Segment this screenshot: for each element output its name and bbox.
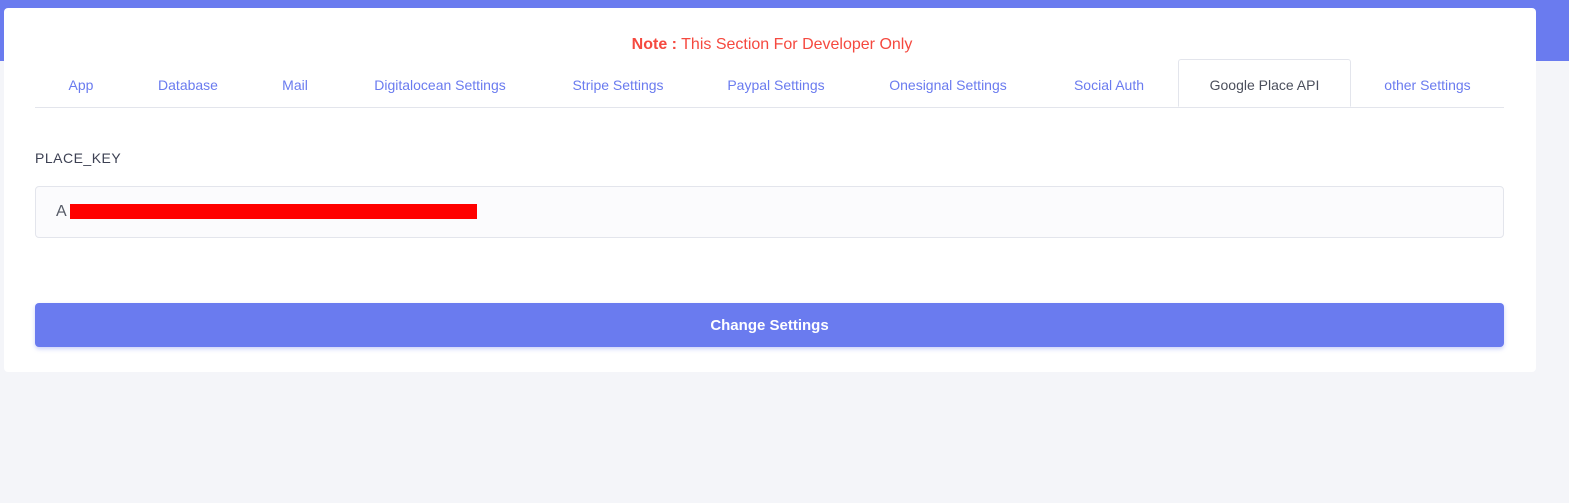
redaction-mark [70, 204, 477, 219]
developer-note: Note : This Section For Developer Only [4, 36, 1540, 54]
tab-database[interactable]: Database [127, 59, 249, 107]
tab-mail[interactable]: Mail [249, 59, 341, 107]
settings-card: Note : This Section For Developer Only A… [4, 8, 1536, 372]
tab-stripe-settings[interactable]: Stripe Settings [539, 59, 697, 107]
tab-social-auth[interactable]: Social Auth [1041, 59, 1177, 107]
note-text: This Section For Developer Only [681, 36, 913, 53]
tab-app[interactable]: App [35, 59, 127, 107]
tab-google-place-api[interactable]: Google Place API [1178, 59, 1351, 107]
tab-digitalocean-settings[interactable]: Digitalocean Settings [341, 59, 539, 107]
note-prefix: Note : [631, 36, 677, 53]
tab-onesignal-settings[interactable]: Onesignal Settings [855, 59, 1041, 107]
tab-paypal-settings[interactable]: Paypal Settings [697, 59, 855, 107]
settings-tabs: App Database Mail Digitalocean Settings … [35, 59, 1504, 108]
tab-other-settings[interactable]: other Settings [1351, 59, 1504, 107]
place-key-label: PLACE_KEY [35, 150, 122, 166]
change-settings-button[interactable]: Change Settings [35, 303, 1504, 347]
